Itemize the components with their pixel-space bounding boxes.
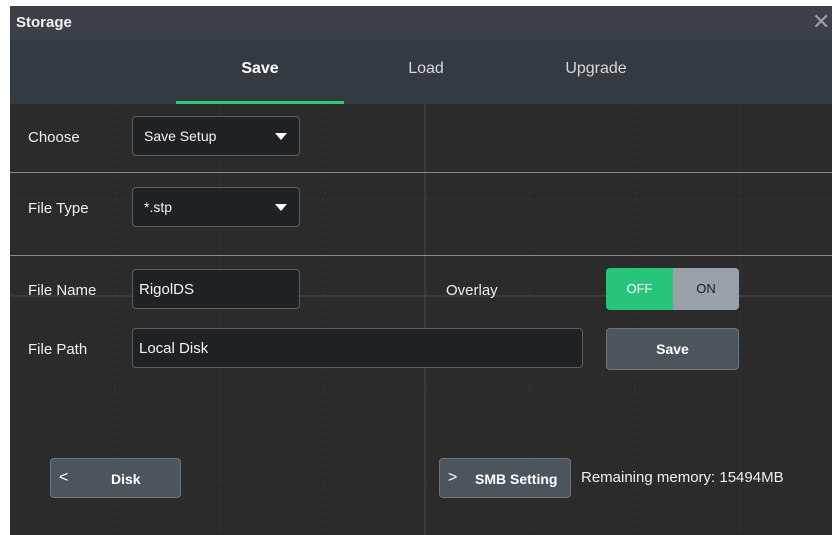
chevron-left-icon: <	[59, 469, 69, 486]
file-path-input[interactable]: Local Disk	[132, 328, 583, 368]
disk-button-label: Disk	[111, 471, 141, 487]
smb-setting-label: SMB Setting	[475, 471, 558, 487]
file-type-dropdown[interactable]: *.stp	[132, 187, 300, 227]
chevron-right-icon: >	[448, 469, 458, 486]
file-path-value: Local Disk	[139, 340, 209, 357]
active-tab-indicator	[176, 101, 344, 104]
dropdown-arrow-icon	[275, 204, 287, 211]
dialog-title: Storage	[16, 14, 72, 31]
save-button-label: Save	[656, 341, 689, 357]
title-bar: Storage ✕	[10, 6, 832, 40]
tab-upgrade[interactable]: Upgrade	[512, 60, 680, 78]
save-button[interactable]: Save	[606, 328, 739, 370]
file-path-label: File Path	[28, 341, 88, 358]
storage-dialog: Storage ✕ Save Load Upgrade Choose Save …	[10, 6, 832, 535]
tab-save[interactable]: Save	[176, 60, 344, 78]
smb-setting-button[interactable]: > SMB Setting	[439, 458, 571, 498]
tab-load[interactable]: Load	[342, 60, 510, 78]
choose-value: Save Setup	[144, 128, 217, 144]
file-name-value: RigolDS	[139, 281, 195, 298]
file-name-input[interactable]: RigolDS	[132, 269, 300, 309]
choose-label: Choose	[28, 129, 80, 146]
overlay-off-option[interactable]: OFF	[606, 268, 673, 310]
close-icon[interactable]: ✕	[812, 10, 832, 34]
file-name-label: File Name	[28, 282, 97, 299]
overlay-label: Overlay	[446, 282, 498, 299]
file-type-value: *.stp	[144, 199, 173, 215]
disk-button[interactable]: < Disk	[50, 458, 181, 498]
overlay-on-option[interactable]: ON	[673, 268, 739, 310]
tab-bar: Save Load Upgrade	[10, 40, 832, 104]
section-divider	[10, 172, 832, 173]
overlay-toggle[interactable]: OFF ON	[606, 268, 739, 310]
remaining-memory-text: Remaining memory: 15494MB	[581, 469, 784, 486]
file-type-label: File Type	[28, 200, 89, 217]
section-divider	[10, 255, 832, 256]
dropdown-arrow-icon	[275, 133, 287, 140]
choose-dropdown[interactable]: Save Setup	[132, 116, 300, 156]
